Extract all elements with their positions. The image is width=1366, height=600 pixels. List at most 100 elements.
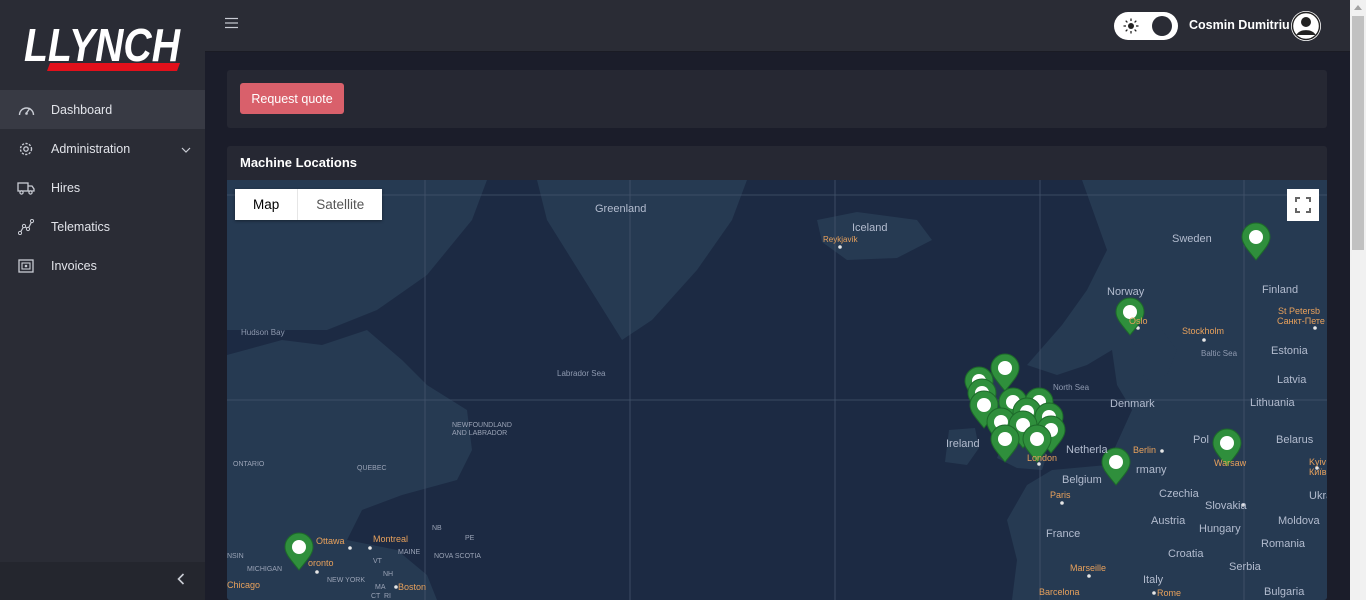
map-label: London [1027, 453, 1058, 463]
map-type-satellite-button[interactable]: Satellite [298, 189, 382, 220]
sidebar: LLYNCH Dashboard Administration Hires Te… [0, 0, 205, 600]
map-label: Netherla [1066, 444, 1108, 456]
sidebar-item-hires[interactable]: Hires [0, 168, 205, 207]
map-label: oronto [308, 558, 334, 568]
map-label: MA [375, 584, 386, 591]
map-label: North Sea [1053, 383, 1090, 392]
sidebar-item-telematics[interactable]: Telematics [0, 207, 205, 246]
chevron-down-icon[interactable] [181, 142, 191, 156]
map-label: Austria [1151, 515, 1186, 527]
map-label: Norway [1107, 286, 1145, 298]
truck-icon [17, 179, 35, 197]
map-label: Kyiv [1309, 457, 1327, 467]
avatar[interactable] [1290, 10, 1322, 42]
map-label: Київ [1309, 467, 1327, 477]
map-label: NEW YORK [327, 577, 365, 584]
map-label: QUEBEC [357, 465, 387, 472]
map-label: Barcelona [1039, 587, 1080, 597]
map-label: Baltic Sea [1201, 349, 1238, 358]
map-label: Chicago [227, 580, 261, 590]
map-label: CT [371, 593, 381, 600]
sidebar-item-administration[interactable]: Administration [0, 129, 205, 168]
map-label: Estonia [1271, 345, 1308, 357]
map-label: Lithuania [1250, 397, 1295, 409]
gear-icon [17, 140, 35, 158]
map-label: Marseille [1070, 563, 1107, 573]
map-label: Finland [1262, 284, 1299, 296]
map-label: Labrador Sea [557, 369, 606, 378]
map-label: Czechia [1159, 488, 1199, 500]
map-label: PE [465, 535, 475, 542]
map-type-map-button[interactable]: Map [235, 189, 299, 220]
map-label: Санкт-Пете [1277, 316, 1325, 326]
map-label: Denmark [1110, 398, 1155, 410]
invoice-icon [17, 257, 35, 275]
sidebar-item-label: Dashboard [51, 102, 113, 117]
map-label: Romania [1261, 538, 1306, 550]
map-label: Belgium [1062, 474, 1102, 486]
map-label: NOVA SCOTIA [434, 553, 481, 560]
sidebar-item-label: Telematics [51, 219, 111, 234]
map-label: Belarus [1276, 434, 1314, 446]
map-label: NB [432, 525, 442, 532]
map-label: Berlin [1133, 445, 1157, 455]
map-label: Bulgaria [1264, 586, 1305, 598]
top-bar: Cosmin Dumitriu [205, 0, 1350, 52]
map-label: NEWFOUNDLAND [452, 422, 512, 429]
map-label: Stockholm [1182, 326, 1225, 336]
map-label: Paris [1050, 490, 1071, 500]
map-label: ONTARIO [233, 461, 265, 468]
map-label: Pol [1193, 434, 1209, 446]
sun-icon [1123, 18, 1139, 39]
map-label: VT [373, 558, 382, 565]
sidebar-item-label: Hires [51, 180, 81, 195]
map-label: France [1046, 528, 1081, 540]
map-label: Ireland [946, 438, 980, 450]
user-name[interactable]: Cosmin Dumitriu [1189, 18, 1290, 32]
page-scrollbar[interactable] [1350, 0, 1366, 600]
brand-logo[interactable]: LLYNCH [0, 0, 205, 90]
map-label: MAINE [398, 549, 421, 556]
map-label: Boston [398, 582, 427, 592]
map-label: NSIN [227, 553, 244, 560]
map-label: Montreal [373, 534, 409, 544]
map-label: Reykjavík [823, 235, 858, 244]
toggle-knob [1152, 16, 1172, 36]
fullscreen-button[interactable] [1287, 189, 1319, 221]
map-label: Hudson Bay [241, 328, 285, 337]
theme-toggle[interactable] [1114, 12, 1178, 40]
map-label: Moldova [1278, 515, 1320, 527]
chevron-left-icon [177, 572, 185, 590]
map-label: Sweden [1172, 233, 1212, 245]
map-label: MICHIGAN [247, 566, 282, 573]
map-label: NH [383, 571, 394, 578]
map-label: Ukra [1309, 490, 1327, 502]
map[interactable]: Greenland Iceland Reykjavík Sweden Norwa… [227, 180, 1327, 600]
map-label: rmany [1136, 464, 1167, 476]
map-label: Iceland [852, 222, 888, 234]
card-title: Machine Locations [240, 155, 358, 170]
map-label: RI [384, 593, 391, 600]
sidebar-collapse-button[interactable] [0, 562, 205, 600]
map-label: St Petersb [1278, 306, 1321, 316]
sidebar-item-invoices[interactable]: Invoices [0, 246, 205, 285]
map-label: Ottawa [316, 536, 345, 546]
map-label: Latvia [1277, 374, 1307, 386]
map-label: Rome [1157, 588, 1182, 598]
dashboard-icon [17, 101, 35, 119]
scrollbar-thumb[interactable] [1352, 16, 1364, 250]
map-label: Oslo [1129, 316, 1148, 326]
actions-card: Request quote [227, 70, 1327, 128]
request-quote-button[interactable]: Request quote [240, 83, 344, 114]
map-label: Serbia [1229, 561, 1261, 573]
telematics-icon [17, 218, 35, 236]
sidebar-item-label: Invoices [51, 258, 97, 273]
sidebar-item-dashboard[interactable]: Dashboard [0, 90, 205, 129]
map-label: Warsaw [1214, 458, 1247, 468]
menu-icon[interactable] [225, 16, 238, 34]
map-label: Croatia [1168, 548, 1204, 560]
scroll-up-icon[interactable] [1354, 4, 1362, 10]
map-label: Italy [1143, 574, 1164, 586]
map-label: Hungary [1199, 523, 1241, 535]
fullscreen-icon [1295, 197, 1311, 213]
